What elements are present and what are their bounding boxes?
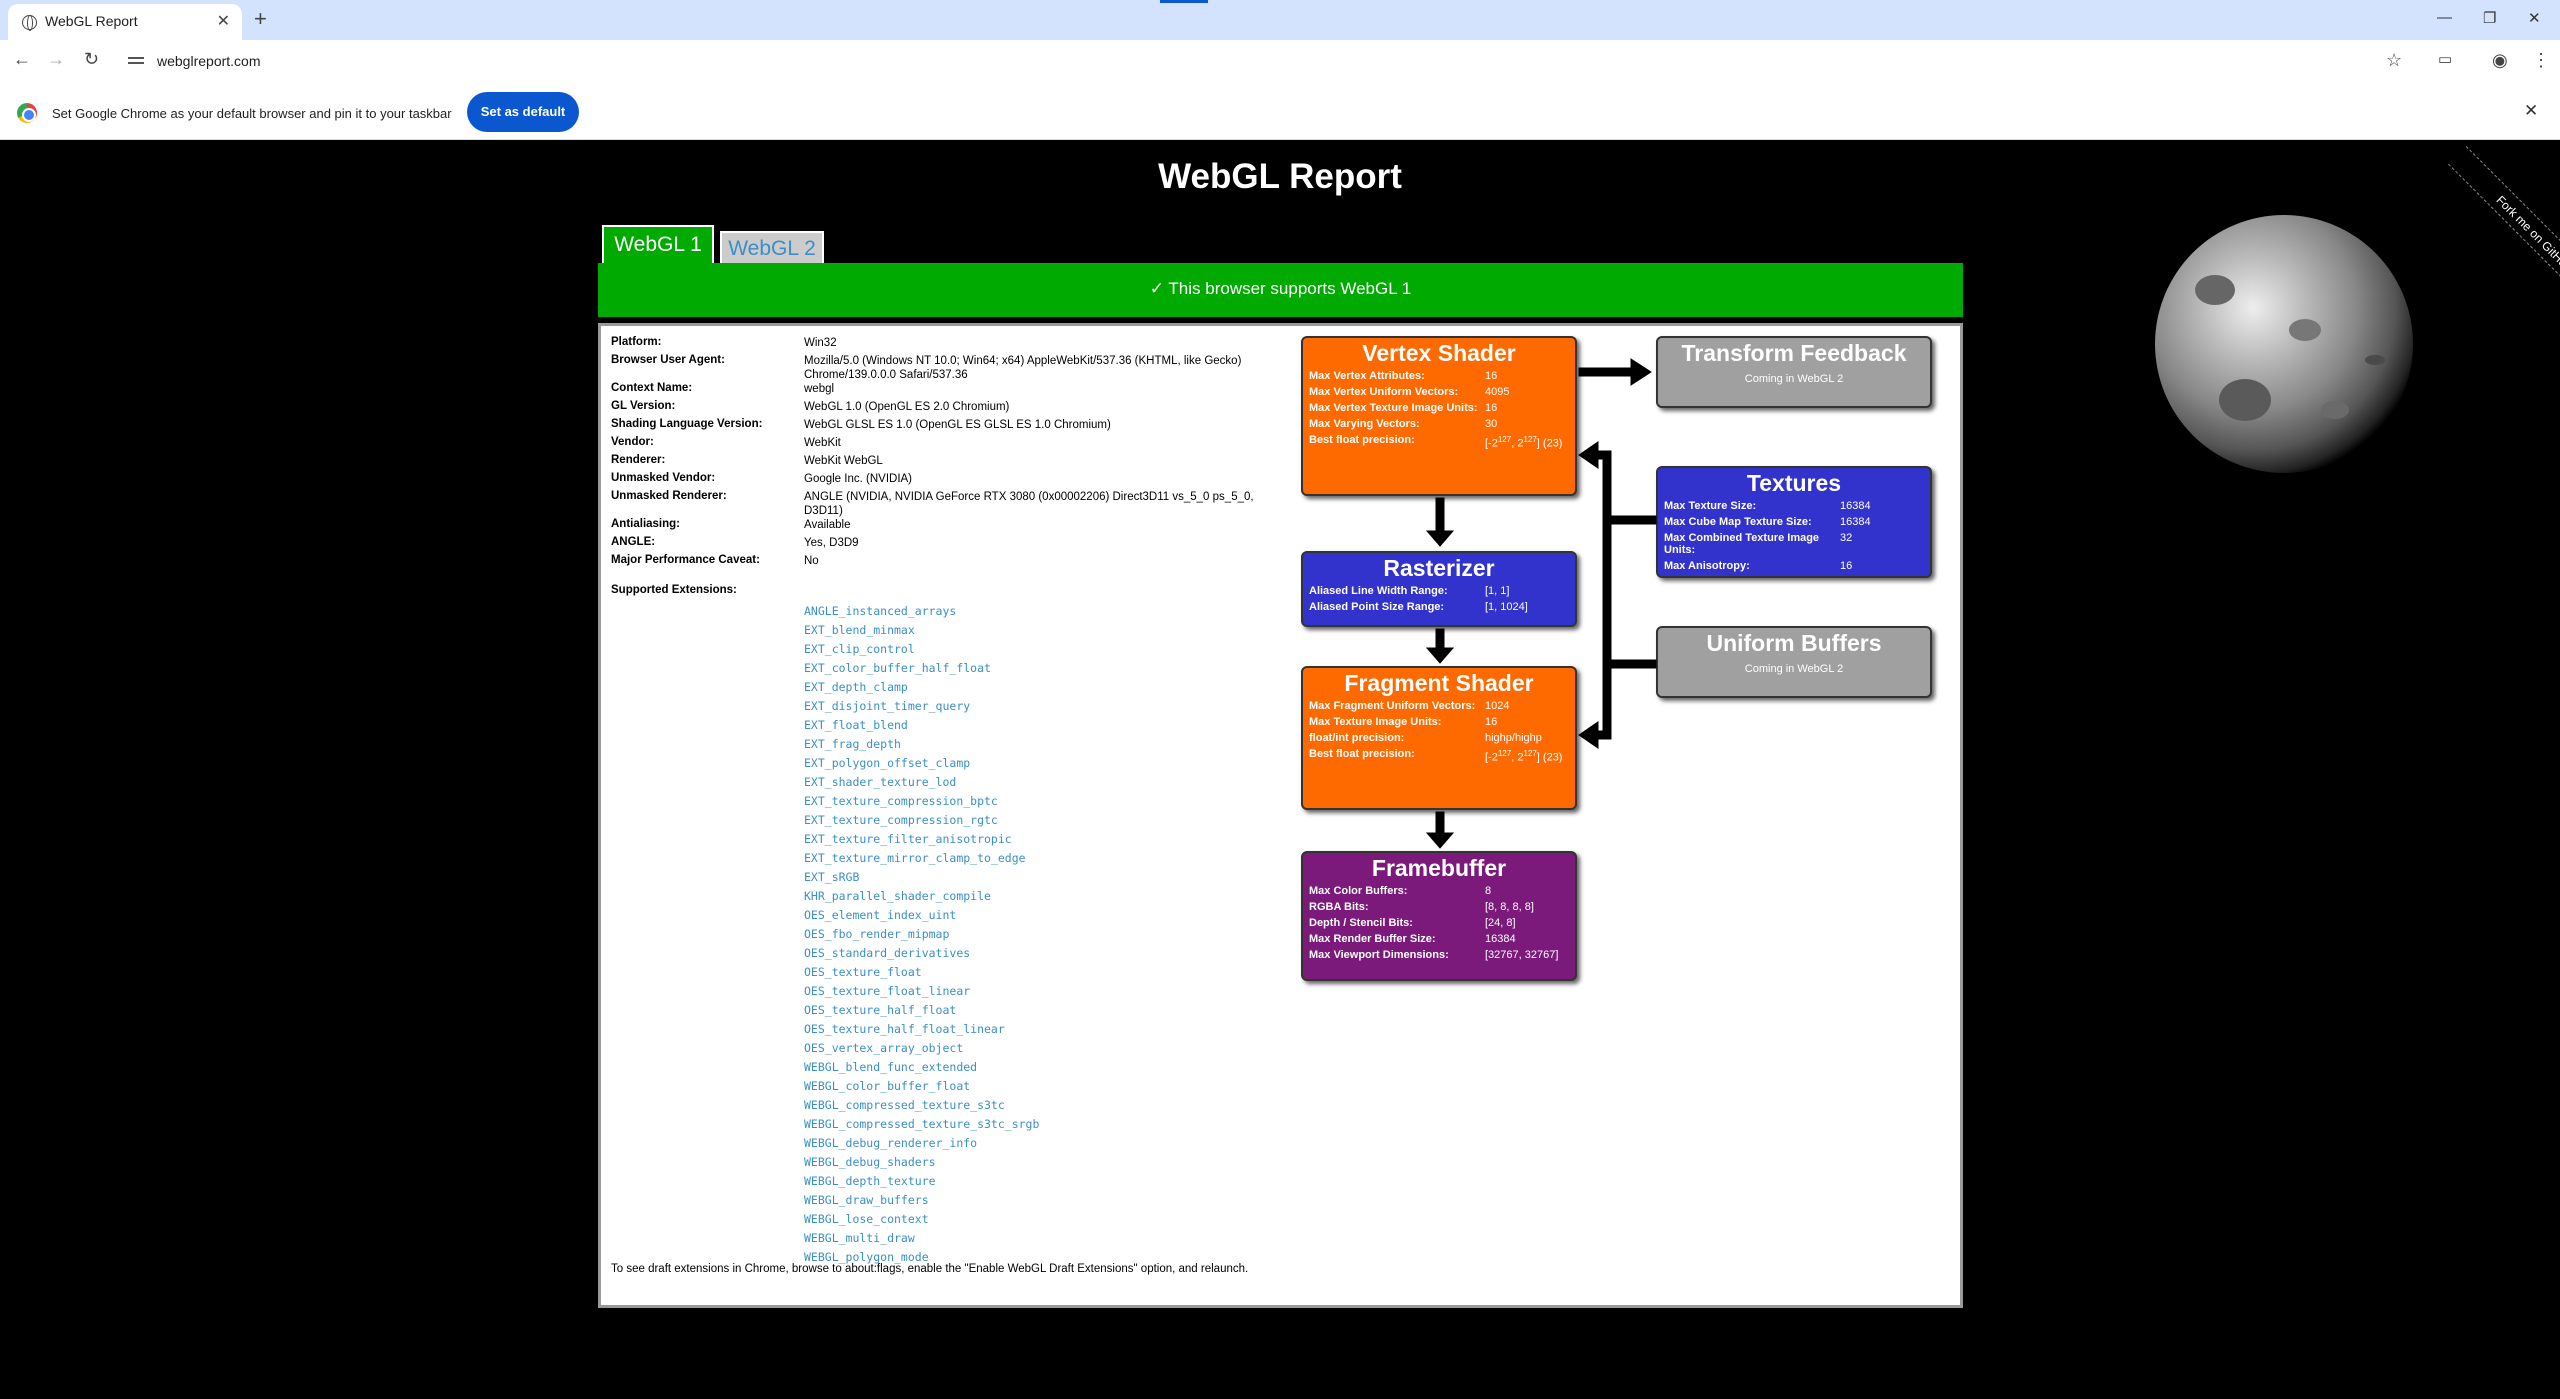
menu-icon[interactable]: ⋮: [2532, 50, 2550, 71]
moon-image: [2155, 215, 2413, 473]
forward-icon[interactable]: →: [47, 49, 65, 70]
close-tab-icon[interactable]: ✕: [217, 11, 230, 31]
tab-strip-indicator: [1160, 0, 1208, 3]
extension-link[interactable]: WEBGL_compressed_texture_s3tc_srgb: [804, 1117, 1039, 1136]
arrow-rasterizer-to-fragment: [1425, 628, 1455, 664]
tab-webgl-1[interactable]: WebGL 1: [602, 225, 714, 265]
profile-icon[interactable]: ◉: [2492, 50, 2508, 71]
draft-extensions-note: To see draft extensions in Chrome, brows…: [611, 1263, 1249, 1275]
extension-link[interactable]: WEBGL_blend_func_extended: [804, 1060, 1039, 1079]
report-panel: Platform: Win32 Browser User Agent: Mozilla…: [598, 323, 1963, 1308]
extension-link[interactable]: WEBGL_lose_context: [804, 1212, 1039, 1231]
arrow-vertex-to-transform: [1578, 358, 1652, 386]
globe-icon: [22, 15, 37, 31]
arrow-fragment-to-framebuffer: [1425, 811, 1455, 849]
extension-link[interactable]: WEBGL_debug_renderer_info: [804, 1136, 1039, 1155]
extension-link[interactable]: OES_vertex_array_object: [804, 1041, 1039, 1060]
chrome-logo-icon: [17, 103, 37, 123]
extension-link[interactable]: WEBGL_debug_shaders: [804, 1155, 1039, 1174]
browser-tab[interactable]: WebGL Report ✕: [8, 4, 242, 40]
extension-link[interactable]: WEBGL_draw_buffers: [804, 1193, 1039, 1212]
infobar-text: Set Google Chrome as your default browse…: [52, 106, 452, 121]
back-icon[interactable]: ←: [13, 49, 31, 70]
arrow-side-bus: [1578, 441, 1657, 749]
infobar-close-icon[interactable]: ✕: [2524, 101, 2538, 121]
address-bar[interactable]: webglreport.com: [157, 53, 261, 69]
site-info-icon[interactable]: [128, 54, 144, 68]
page-title: WebGL Report: [1158, 157, 1402, 196]
arrow-vertex-to-rasterizer: [1425, 497, 1455, 547]
window-close-icon[interactable]: ✕: [2528, 9, 2541, 27]
tab-title: WebGL Report: [45, 13, 138, 29]
default-browser-infobar: Set Google Chrome as your default browse…: [0, 86, 2560, 140]
new-tab-icon[interactable]: +: [254, 6, 267, 32]
page-content: WebGL Report Fork me on GitHub WebGL 1 W…: [0, 140, 2560, 1399]
bookmark-star-icon[interactable]: ☆: [2386, 50, 2402, 71]
cast-icon[interactable]: ▭: [2438, 50, 2452, 68]
extension-link[interactable]: WEBGL_color_buffer_float: [804, 1079, 1039, 1098]
set-default-button[interactable]: Set as default: [467, 92, 579, 132]
extension-link[interactable]: WEBGL_depth_texture: [804, 1174, 1039, 1193]
toolbar: ← → ↻ webglreport.com ☆ ▭ ◉ ⋮: [0, 40, 2560, 86]
tab-webgl-2[interactable]: WebGL 2: [720, 231, 824, 265]
minimize-icon[interactable]: —: [2437, 9, 2452, 26]
restore-icon[interactable]: ❐: [2483, 9, 2496, 27]
pipeline-arrows: [1425, 358, 1657, 849]
tab-strip: WebGL Report ✕ + — ❐ ✕: [0, 0, 2560, 40]
extension-link[interactable]: WEBGL_multi_draw: [804, 1231, 1039, 1250]
extension-link[interactable]: WEBGL_compressed_texture_s3tc: [804, 1098, 1039, 1117]
reload-icon[interactable]: ↻: [84, 49, 99, 70]
support-banner: ✓ This browser supports WebGL 1: [598, 263, 1963, 317]
